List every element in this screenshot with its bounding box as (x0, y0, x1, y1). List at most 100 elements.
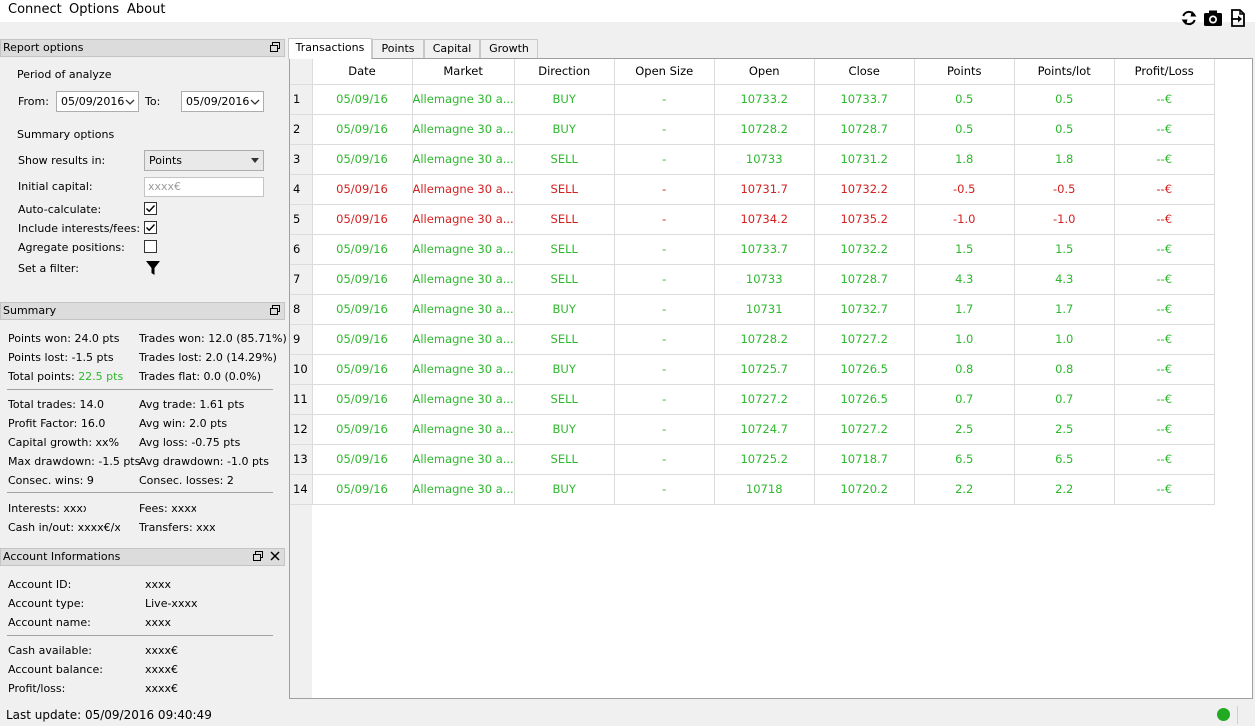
cell-market[interactable]: Allemagne 30 a... (412, 264, 515, 295)
cell-open-size[interactable]: - (614, 264, 715, 295)
cell-open[interactable]: 10725.2 (714, 444, 815, 475)
cell-points[interactable]: 6.5 (914, 444, 1015, 475)
cell-direction[interactable]: SELL (514, 444, 615, 475)
row-number[interactable]: 13 (290, 444, 313, 475)
cell-points-lot[interactable]: 2.5 (1014, 414, 1115, 445)
cell-market[interactable]: Allemagne 30 a... (412, 174, 515, 205)
cell-close[interactable]: 10732.2 (814, 174, 915, 205)
cell-market[interactable]: Allemagne 30 a... (412, 204, 515, 235)
cell-direction[interactable]: BUY (514, 294, 615, 325)
column-header[interactable]: Direction (514, 59, 615, 85)
menu-about[interactable]: About (127, 2, 165, 17)
table-row[interactable]: 10 05/09/16 Allemagne 30 a... BUY -10725.7 10… (290, 354, 1215, 385)
cell-direction[interactable]: SELL (514, 174, 615, 205)
column-header[interactable]: Open (714, 59, 815, 85)
float-icon[interactable] (252, 550, 265, 563)
initial-capital-input[interactable]: xxxx€ (144, 177, 264, 197)
cell-open[interactable]: 10728.2 (714, 114, 815, 145)
table-row[interactable]: 14 05/09/16 Allemagne 30 a... BUY -10718 1072… (290, 474, 1215, 505)
cell-close[interactable]: 10731.2 (814, 144, 915, 175)
row-number[interactable]: 11 (290, 384, 313, 415)
include-fees-checkbox[interactable] (144, 221, 157, 234)
cell-market[interactable]: Allemagne 30 a... (412, 144, 515, 175)
table-row[interactable]: 13 05/09/16 Allemagne 30 a... SELL -10725.2 1… (290, 444, 1215, 475)
show-results-select[interactable]: Points (144, 150, 264, 171)
menu-options[interactable]: Options (69, 2, 119, 17)
cell-points-lot[interactable]: 1.8 (1014, 144, 1115, 175)
cell-close[interactable]: 10728.7 (814, 114, 915, 145)
row-number[interactable]: 12 (290, 414, 313, 445)
table-row[interactable]: 2 05/09/16 Allemagne 30 a... BUY -10728.2 107… (290, 114, 1215, 145)
row-number[interactable]: 14 (290, 474, 313, 505)
cell-close[interactable]: 10718.7 (814, 444, 915, 475)
cell-pl[interactable]: --€ (1114, 144, 1215, 175)
table-row[interactable]: 7 05/09/16 Allemagne 30 a... SELL -10733 1072… (290, 264, 1215, 295)
cell-pl[interactable]: --€ (1114, 384, 1215, 415)
cell-date[interactable]: 05/09/16 (312, 324, 413, 355)
cell-open-size[interactable]: - (614, 444, 715, 475)
cell-points-lot[interactable]: 0.5 (1014, 114, 1115, 145)
cell-direction[interactable]: SELL (514, 324, 615, 355)
cell-open[interactable]: 10733.7 (714, 234, 815, 265)
cell-pl[interactable]: --€ (1114, 174, 1215, 205)
cell-points-lot[interactable]: 6.5 (1014, 444, 1115, 475)
cell-date[interactable]: 05/09/16 (312, 174, 413, 205)
table-row[interactable]: 1 05/09/16 Allemagne 30 a... BUY -10733.2 107… (290, 84, 1215, 115)
refresh-icon[interactable] (1179, 8, 1199, 28)
cell-pl[interactable]: --€ (1114, 324, 1215, 355)
cell-points[interactable]: -0.5 (914, 174, 1015, 205)
cell-pl[interactable]: --€ (1114, 294, 1215, 325)
cell-pl[interactable]: --€ (1114, 204, 1215, 235)
table-row[interactable]: 11 05/09/16 Allemagne 30 a... SELL -10727.2 1… (290, 384, 1215, 415)
cell-open-size[interactable]: - (614, 234, 715, 265)
cell-close[interactable]: 10727.2 (814, 414, 915, 445)
filter-icon[interactable] (145, 260, 161, 276)
row-number[interactable]: 10 (290, 354, 313, 385)
cell-close[interactable]: 10728.7 (814, 264, 915, 295)
cell-direction[interactable]: BUY (514, 114, 615, 145)
cell-market[interactable]: Allemagne 30 a... (412, 324, 515, 355)
cell-open[interactable]: 10718 (714, 474, 815, 505)
cell-pl[interactable]: --€ (1114, 114, 1215, 145)
cell-points-lot[interactable]: -0.5 (1014, 174, 1115, 205)
cell-open-size[interactable]: - (614, 474, 715, 505)
row-number[interactable]: 9 (290, 324, 313, 355)
cell-open-size[interactable]: - (614, 174, 715, 205)
cell-close[interactable]: 10727.2 (814, 324, 915, 355)
cell-points[interactable]: 0.5 (914, 84, 1015, 115)
cell-pl[interactable]: --€ (1114, 474, 1215, 505)
cell-date[interactable]: 05/09/16 (312, 204, 413, 235)
column-header[interactable]: Date (312, 59, 413, 85)
row-number[interactable]: 2 (290, 114, 313, 145)
cell-direction[interactable]: SELL (514, 204, 615, 235)
cell-open[interactable]: 10733.2 (714, 84, 815, 115)
export-icon[interactable] (1228, 8, 1248, 28)
cell-open[interactable]: 10731.7 (714, 174, 815, 205)
cell-close[interactable]: 10720.2 (814, 474, 915, 505)
row-number[interactable]: 6 (290, 234, 313, 265)
cell-points[interactable]: 1.5 (914, 234, 1015, 265)
cell-market[interactable]: Allemagne 30 a... (412, 414, 515, 445)
cell-date[interactable]: 05/09/16 (312, 474, 413, 505)
cell-pl[interactable]: --€ (1114, 264, 1215, 295)
cell-points[interactable]: 2.2 (914, 474, 1015, 505)
cell-open-size[interactable]: - (614, 294, 715, 325)
auto-calculate-checkbox[interactable] (144, 202, 157, 215)
cell-market[interactable]: Allemagne 30 a... (412, 114, 515, 145)
cell-date[interactable]: 05/09/16 (312, 414, 413, 445)
cell-pl[interactable]: --€ (1114, 444, 1215, 475)
cell-points-lot[interactable]: 1.5 (1014, 234, 1115, 265)
row-number[interactable]: 7 (290, 264, 313, 295)
column-header[interactable]: Close (814, 59, 915, 85)
cell-market[interactable]: Allemagne 30 a... (412, 474, 515, 505)
cell-direction[interactable]: BUY (514, 414, 615, 445)
cell-pl[interactable]: --€ (1114, 414, 1215, 445)
row-number[interactable]: 1 (290, 84, 313, 115)
cell-close[interactable]: 10726.5 (814, 384, 915, 415)
cell-direction[interactable]: BUY (514, 474, 615, 505)
to-date-picker[interactable]: 05/09/2016 (181, 91, 264, 112)
cell-pl[interactable]: --€ (1114, 354, 1215, 385)
cell-open[interactable]: 10728.2 (714, 324, 815, 355)
cell-points[interactable]: 1.8 (914, 144, 1015, 175)
cell-direction[interactable]: SELL (514, 234, 615, 265)
